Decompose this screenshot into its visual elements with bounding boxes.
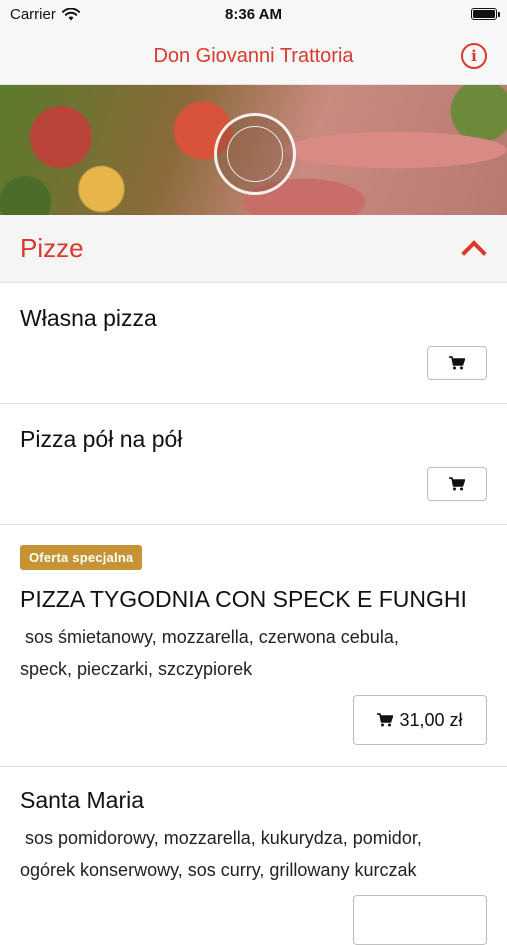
menu-item[interactable]: Własna pizza	[0, 283, 507, 404]
cart-icon	[377, 713, 394, 727]
item-name: Santa Maria	[20, 787, 145, 813]
status-bar: Carrier 8:36 AM	[0, 0, 507, 28]
logo-ring	[227, 126, 283, 182]
item-name: PIZZA TYGODNIA CON SPECK E FUNGHI	[20, 586, 467, 612]
menu-item[interactable]: Pizza pół na pół	[0, 404, 507, 525]
restaurant-logo	[214, 113, 296, 195]
nav-bar: Don Giovanni Trattoria i	[0, 28, 507, 85]
item-description: sos śmietanowy, mozzarella, czerwona ceb…	[20, 621, 487, 685]
item-description-line: sos pomidorowy, mozzarella, kukurydza, p…	[20, 828, 422, 848]
carrier-label: Carrier	[10, 5, 56, 23]
add-to-cart-button[interactable]	[353, 895, 487, 945]
battery-icon	[471, 8, 500, 20]
menu-item[interactable]: Oferta specjalna PIZZA TYGODNIA CON SPEC…	[0, 525, 507, 767]
special-offer-badge: Oferta specjalna	[20, 545, 143, 570]
item-description-line: speck, pieczarki, szczypiorek	[20, 659, 253, 679]
section-header-pizze[interactable]: Pizze	[0, 215, 507, 283]
section-title: Pizze	[20, 233, 84, 263]
item-price: 31,00 zł	[399, 709, 463, 730]
item-description-line: sos śmietanowy, mozzarella, czerwona ceb…	[20, 627, 399, 647]
status-left: Carrier	[10, 6, 80, 23]
cart-icon	[449, 356, 465, 370]
cart-icon	[449, 477, 465, 491]
menu-item[interactable]: Santa Maria sos pomidorowy, mozzarella, …	[0, 767, 507, 945]
hero-image	[0, 85, 507, 215]
add-to-cart-button[interactable]: 31,00 zł	[353, 695, 487, 745]
info-icon[interactable]: i	[461, 43, 487, 69]
item-name: Własna pizza	[20, 305, 157, 331]
chevron-up-icon[interactable]	[461, 239, 487, 266]
item-description-line: ogórek konserwowy, sos curry, grillowany…	[20, 860, 417, 880]
wifi-icon	[61, 7, 80, 20]
item-name: Pizza pół na pół	[20, 426, 183, 452]
nav-title: Don Giovanni Trattoria	[153, 44, 354, 67]
item-description: sos pomidorowy, mozzarella, kukurydza, p…	[20, 822, 487, 886]
add-to-cart-button[interactable]	[427, 346, 487, 380]
add-to-cart-button[interactable]	[427, 467, 487, 501]
